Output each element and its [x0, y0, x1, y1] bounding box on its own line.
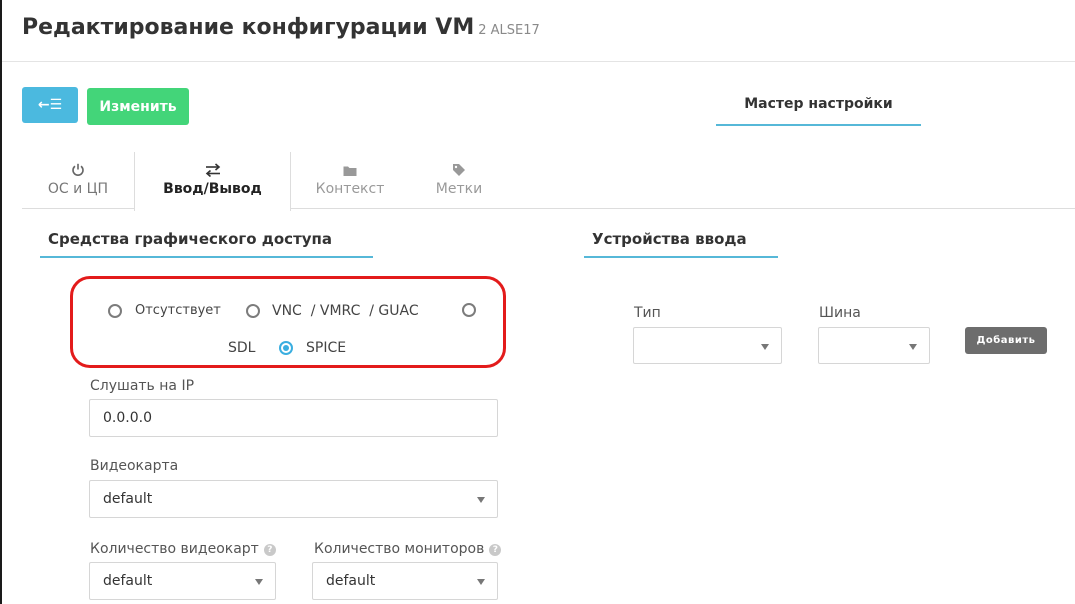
radio-spice-label: SPICE: [306, 340, 347, 356]
arrow-left-list-icon: ←☰: [37, 97, 63, 113]
input-type-label: Тип: [634, 305, 661, 321]
monitor-count-value: default: [326, 573, 376, 589]
folder-icon: [343, 159, 357, 177]
videocard-count-label: Количество видеокарт?: [90, 541, 276, 557]
monitor-count-select[interactable]: default: [312, 562, 498, 600]
window-left-border: [0, 0, 2, 604]
videocard-count-value: default: [103, 573, 153, 589]
input-bus-label: Шина: [819, 305, 861, 321]
tab-context[interactable]: Контекст: [291, 152, 409, 210]
tab-os-cpu[interactable]: ОС и ЦП: [22, 152, 134, 210]
tab-input-output-label: Ввод/Вывод: [163, 181, 262, 197]
videocard-select[interactable]: default: [89, 480, 498, 518]
videocard-count-select[interactable]: default: [89, 562, 276, 600]
radio-sdl-label[interactable]: SDL: [228, 340, 255, 356]
back-to-list-button[interactable]: ←☰: [22, 87, 78, 123]
radio-vnc-label: VNC / VMRC / GUAC: [272, 303, 419, 319]
section-title-input-devices: Устройства ввода: [584, 230, 778, 258]
input-bus-select[interactable]: [818, 327, 930, 364]
add-input-device-button[interactable]: Добавить: [965, 327, 1047, 354]
tag-icon: [452, 159, 466, 177]
radio-option-spice[interactable]: SPICE: [279, 340, 346, 356]
page-subtitle: 2 ALSE17: [478, 23, 540, 38]
chevron-down-icon: [255, 579, 263, 585]
radio-option-vnc[interactable]: VNC / VMRC / GUAC: [246, 303, 419, 319]
radio-option-none[interactable]: Отсутствует: [108, 303, 221, 318]
chevron-down-icon: [477, 579, 485, 585]
save-button[interactable]: Изменить: [87, 88, 189, 125]
wizard-tab[interactable]: Мастер настройки: [716, 92, 921, 126]
help-icon[interactable]: ?: [489, 544, 502, 556]
radio-spice[interactable]: [279, 341, 293, 355]
tab-context-label: Контекст: [315, 181, 385, 197]
tab-os-cpu-label: ОС и ЦП: [47, 181, 109, 197]
radio-none-label: Отсутствует: [135, 303, 221, 318]
tab-tags[interactable]: Метки: [409, 152, 509, 210]
page-header: Редактирование конфигурации VM 2 ALSE17: [2, 0, 1075, 62]
chevron-down-icon: [477, 497, 485, 503]
tab-tags-label: Метки: [435, 181, 483, 197]
listen-ip-input[interactable]: 0.0.0.0: [89, 399, 498, 437]
radio-vnc[interactable]: [246, 304, 260, 318]
monitor-count-label-text: Количество мониторов: [314, 541, 485, 557]
power-icon: [71, 159, 85, 177]
listen-ip-label: Слушать на IP: [90, 378, 195, 394]
section-title-graphics: Средства графического доступа: [40, 230, 373, 258]
radio-option-sdl[interactable]: [462, 303, 476, 317]
input-type-select[interactable]: [633, 327, 782, 364]
videocard-label: Видеокарта: [90, 458, 179, 474]
monitor-count-label: Количество мониторов?: [314, 541, 502, 557]
arrows-exchange-icon: [205, 159, 221, 177]
videocard-count-label-text: Количество видеокарт: [90, 541, 259, 557]
chevron-down-icon: [761, 344, 769, 350]
page-title: Редактирование конфигурации VM 2 ALSE17: [22, 15, 540, 40]
videocard-value: default: [103, 491, 153, 507]
tab-input-output[interactable]: Ввод/Вывод: [134, 152, 291, 211]
page-title-text: Редактирование конфигурации VM: [22, 15, 475, 40]
help-icon[interactable]: ?: [263, 544, 276, 556]
listen-ip-value: 0.0.0.0: [103, 410, 152, 426]
radio-none[interactable]: [108, 303, 122, 318]
radio-sdl[interactable]: [462, 303, 476, 317]
chevron-down-icon: [909, 344, 917, 350]
